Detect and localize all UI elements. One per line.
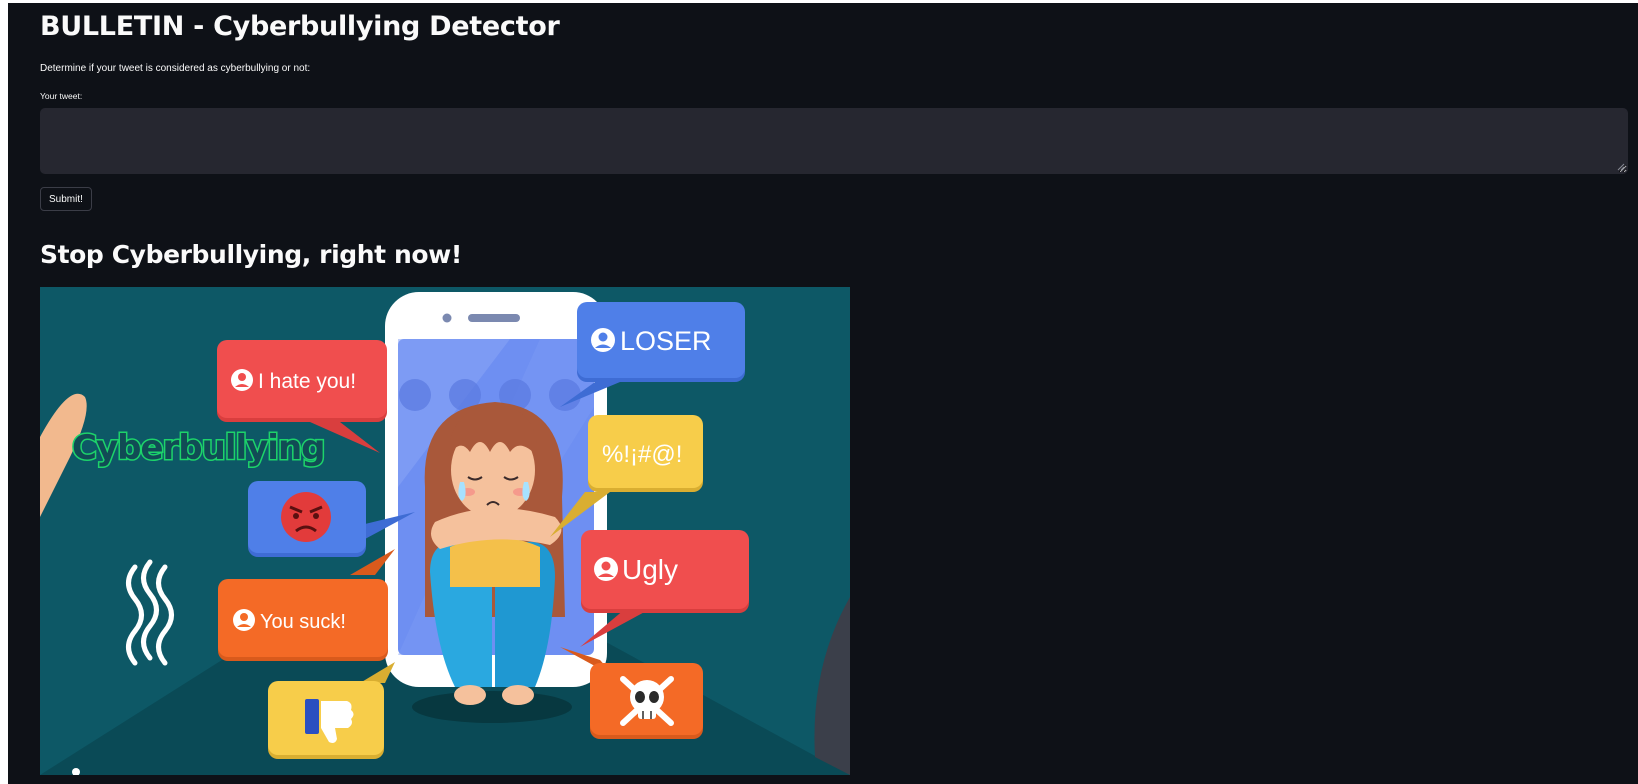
- bubble-text-suck: You suck!: [260, 611, 346, 633]
- bubble-text-symbols: %!¡#@!: [602, 441, 682, 468]
- user-icon: [591, 328, 615, 352]
- angry-face-icon: [281, 492, 331, 542]
- app-container: BULLETIN - Cyberbullying Detector Determ…: [8, 3, 1638, 784]
- user-icon: [594, 557, 618, 581]
- submit-button[interactable]: Submit!: [40, 187, 92, 211]
- cyberbullying-headline: Cyberbullying: [72, 428, 325, 468]
- bubble-text-ugly: Ugly: [622, 554, 678, 585]
- section-heading: Stop Cyberbullying, right now!: [40, 240, 462, 269]
- page-title: BULLETIN - Cyberbullying Detector: [40, 11, 560, 42]
- user-icon: [233, 609, 255, 631]
- illustration-canvas: I hate you! LOSER Cyberbullying %!¡#@! U…: [40, 287, 850, 775]
- bubble-text-hate: I hate you!: [258, 370, 356, 393]
- user-icon: [231, 369, 253, 391]
- bubble-text-loser: LOSER: [620, 326, 712, 356]
- tweet-input[interactable]: [40, 108, 1628, 174]
- tweet-field-label: Your tweet:: [40, 91, 83, 101]
- girl-shadow: [412, 691, 572, 723]
- cyberbullying-illustration: I hate you! LOSER Cyberbullying %!¡#@! U…: [40, 287, 850, 775]
- page-description: Determine if your tweet is considered as…: [40, 63, 311, 74]
